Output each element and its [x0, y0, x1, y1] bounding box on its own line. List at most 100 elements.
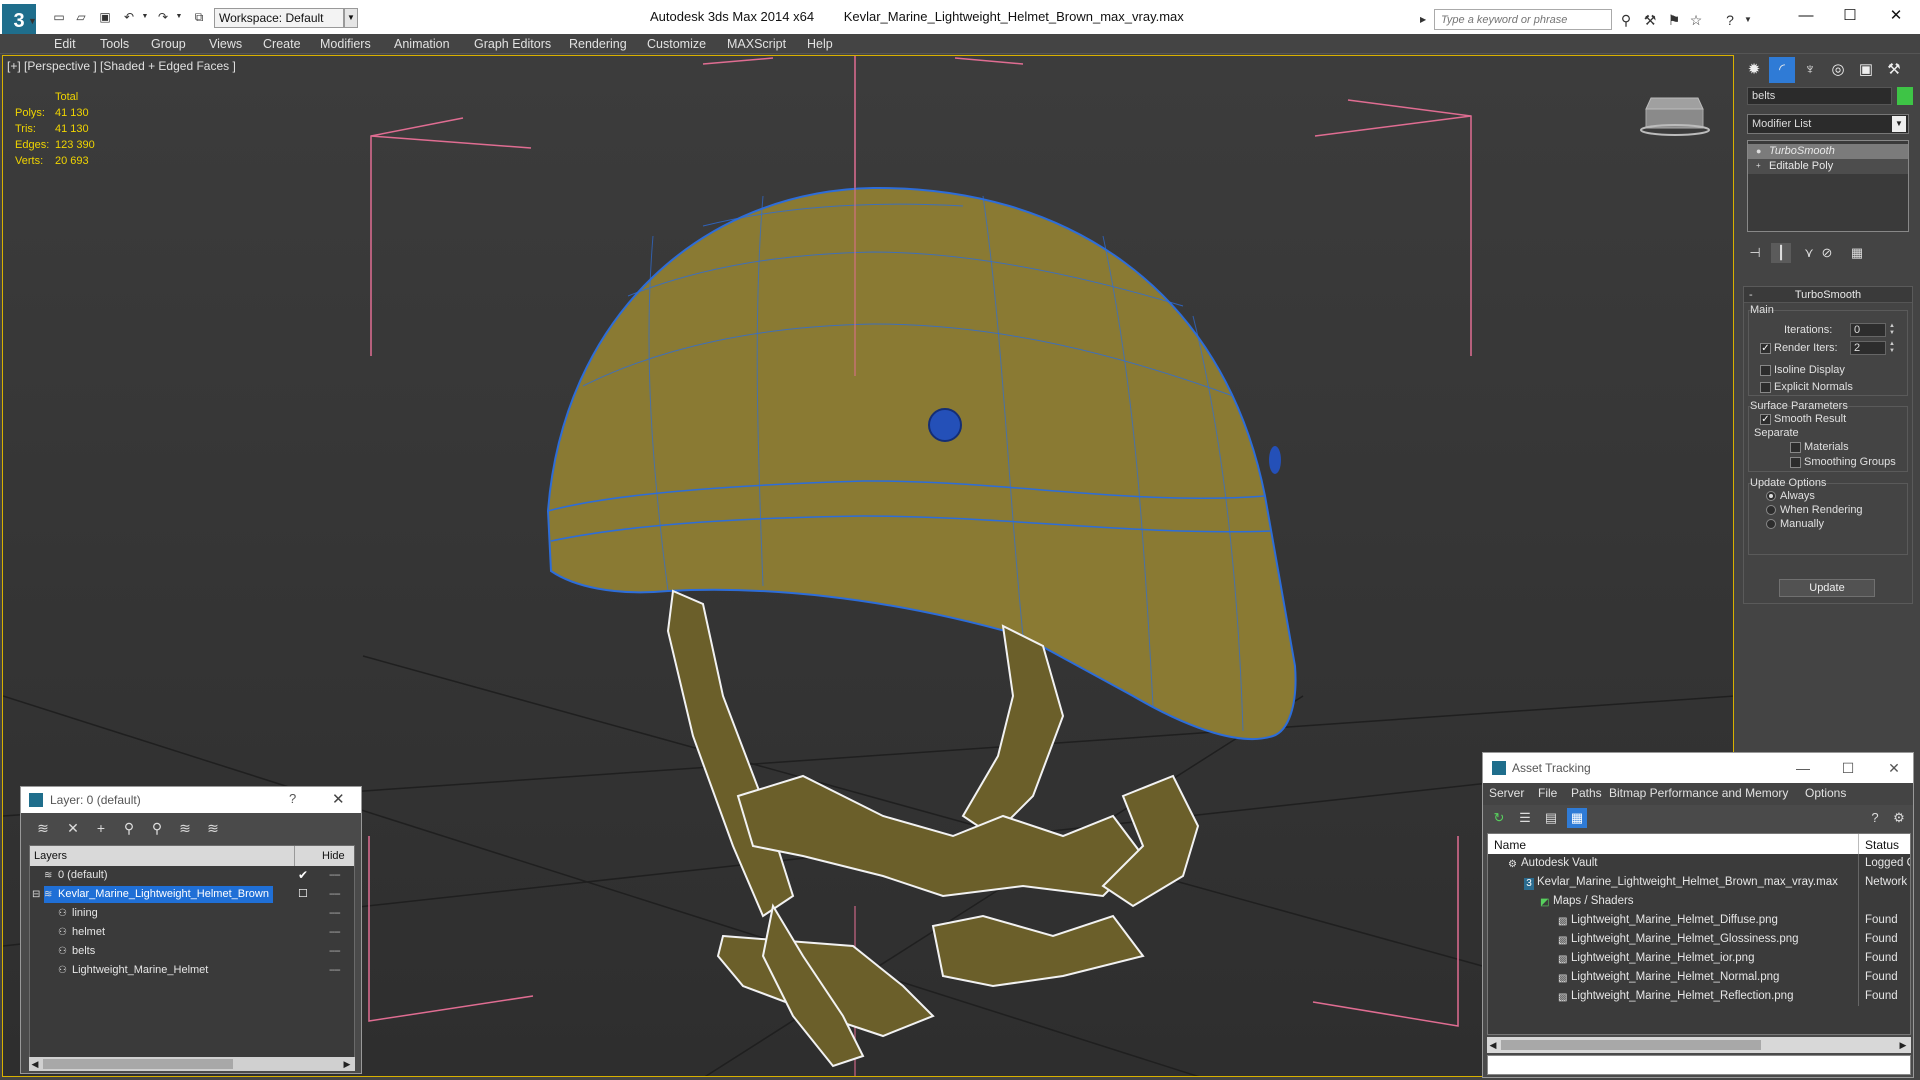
menu-group[interactable]: Group: [151, 34, 186, 54]
layer-dialog-title-bar[interactable]: Layer: 0 (default) ? ✕: [21, 787, 361, 813]
show-end-result-icon[interactable]: ┃: [1771, 243, 1791, 263]
asset-menu-paths[interactable]: Paths: [1571, 786, 1602, 800]
menu-help[interactable]: Help: [807, 34, 833, 54]
scroll-left-icon[interactable]: ◀: [1487, 1038, 1499, 1052]
table-row[interactable]: ⚙ Autodesk Vault Logged Ou: [1488, 854, 1910, 873]
asset-path-field[interactable]: [1487, 1055, 1911, 1075]
rollout-header[interactable]: - TurboSmooth: [1744, 287, 1912, 303]
stack-item-turbosmooth[interactable]: ● TurboSmooth: [1748, 144, 1908, 159]
select-objects-icon[interactable]: ⚲: [119, 818, 139, 838]
hide-toggle-icon[interactable]: ----: [329, 961, 341, 980]
hide-toggle-icon[interactable]: ----: [329, 885, 341, 904]
layer-row[interactable]: ⚇ belts ----: [30, 942, 354, 961]
layer-row[interactable]: ⚇ lining ----: [30, 904, 354, 923]
modifier-list-dropdown[interactable]: Modifier List ▼: [1747, 114, 1909, 134]
minimize-icon[interactable]: —: [1784, 4, 1828, 28]
modify-tab-icon[interactable]: ◜: [1769, 57, 1795, 83]
search-expand-icon[interactable]: ▶: [1420, 9, 1432, 30]
settings-icon[interactable]: ⚙: [1889, 808, 1909, 828]
stack-item-editable-poly[interactable]: + Editable Poly: [1748, 159, 1908, 174]
app-menu-arrow-icon[interactable]: ▼: [28, 16, 37, 26]
render-iters-spinner[interactable]: 2: [1850, 341, 1886, 355]
menu-customize[interactable]: Customize: [647, 34, 706, 54]
list-view-icon[interactable]: ☰: [1515, 808, 1535, 828]
freeze-layer-icon[interactable]: ≋: [203, 818, 223, 838]
render-iters-checkbox[interactable]: ✓: [1760, 343, 1771, 354]
help-icon[interactable]: ?: [289, 791, 296, 806]
scroll-right-icon[interactable]: ▶: [1897, 1038, 1909, 1052]
redo-dropdown-icon[interactable]: ▼: [170, 9, 188, 25]
smoothing-groups-checkbox[interactable]: [1790, 457, 1801, 468]
undo-dropdown-icon[interactable]: ▼: [136, 9, 154, 25]
viewport-label[interactable]: [+] [Perspective ] [Shaded + Edged Faces…: [7, 59, 236, 73]
layer-horizontal-scrollbar[interactable]: ◀ ▶: [29, 1057, 355, 1071]
table-row[interactable]: 3 Kevlar_Marine_Lightweight_Helmet_Brown_…: [1488, 873, 1910, 892]
remove-modifier-icon[interactable]: ⊘: [1817, 243, 1837, 263]
active-layer-check-icon[interactable]: ✔: [298, 866, 308, 885]
menu-tools[interactable]: Tools: [100, 34, 129, 54]
hide-toggle-icon[interactable]: ----: [329, 942, 341, 961]
binoculars-icon[interactable]: ⚲: [1616, 10, 1636, 30]
workspace-dropdown-arrow-icon[interactable]: ▼: [344, 8, 358, 28]
communication-icon[interactable]: ⚑: [1664, 10, 1684, 30]
column-status[interactable]: Status: [1865, 838, 1899, 852]
create-layer-icon[interactable]: ≋: [33, 818, 53, 838]
layer-row[interactable]: ⚇ helmet ----: [30, 923, 354, 942]
menu-modifiers[interactable]: Modifiers: [320, 34, 371, 54]
expand-plus-icon[interactable]: +: [1756, 161, 1764, 171]
table-row[interactable]: ▧ Lightweight_Marine_Helmet_ior.png Found: [1488, 949, 1910, 968]
asset-menu-bitmap-performance[interactable]: Bitmap Performance and Memory: [1609, 786, 1788, 800]
minimize-icon[interactable]: —: [1788, 757, 1818, 779]
menu-maxscript[interactable]: MAXScript: [727, 34, 786, 54]
chevron-down-icon[interactable]: ▼: [1892, 116, 1906, 132]
always-radio[interactable]: [1766, 491, 1776, 501]
manually-radio[interactable]: [1766, 519, 1776, 529]
set-active-box-icon[interactable]: ☐: [298, 885, 308, 904]
utilities-tab-icon[interactable]: ⚒: [1881, 57, 1907, 83]
layer-row[interactable]: ⚇ Lightweight_Marine_Helmet ----: [30, 961, 354, 980]
collapse-minus-icon[interactable]: -: [1749, 287, 1753, 303]
collapse-minus-icon[interactable]: ⊟: [32, 885, 40, 904]
workspace-dropdown[interactable]: Workspace: Default: [214, 8, 344, 28]
open-file-icon[interactable]: ▱: [72, 9, 90, 25]
hide-toggle-icon[interactable]: ----: [329, 866, 341, 885]
thumbnail-view-icon[interactable]: ▤: [1541, 808, 1561, 828]
maximize-icon[interactable]: ☐: [1833, 757, 1863, 779]
column-hide[interactable]: Hide: [322, 850, 345, 862]
help-dropdown-icon[interactable]: ▼: [1738, 10, 1758, 30]
motion-tab-icon[interactable]: ◎: [1825, 57, 1851, 83]
favorites-star-icon[interactable]: ☆: [1686, 10, 1706, 30]
close-icon[interactable]: ✕: [1879, 757, 1909, 779]
project-folder-icon[interactable]: ⧉: [190, 9, 208, 25]
display-tab-icon[interactable]: ▣: [1853, 57, 1879, 83]
column-name[interactable]: Name: [1494, 838, 1526, 852]
table-row[interactable]: ▧ Lightweight_Marine_Helmet_Reflection.pn…: [1488, 987, 1910, 1006]
asset-menu-server[interactable]: Server: [1489, 786, 1524, 800]
add-to-layer-icon[interactable]: +: [91, 818, 111, 838]
layer-row[interactable]: ⊟ ≋ Kevlar_Marine_Lightweight_Helmet_Brow…: [30, 885, 354, 904]
create-tab-icon[interactable]: ✹: [1741, 57, 1767, 83]
scroll-left-icon[interactable]: ◀: [29, 1057, 41, 1071]
table-row[interactable]: ▧ Lightweight_Marine_Helmet_Glossiness.pn…: [1488, 930, 1910, 949]
pin-stack-icon[interactable]: ⊣: [1745, 243, 1765, 263]
menu-edit[interactable]: Edit: [54, 34, 76, 54]
layer-row[interactable]: ≋ 0 (default) ✔ ----: [30, 866, 354, 885]
save-file-icon[interactable]: ▣: [96, 9, 114, 25]
lightbulb-icon[interactable]: ●: [1756, 146, 1764, 156]
new-file-icon[interactable]: ▭: [50, 9, 68, 25]
iterations-spinner[interactable]: 0: [1850, 323, 1886, 337]
object-color-swatch[interactable]: [1897, 87, 1913, 105]
subscription-icon[interactable]: ⚒: [1640, 10, 1660, 30]
menu-graph-editors[interactable]: Graph Editors: [474, 34, 551, 54]
scrollbar-thumb[interactable]: [43, 1059, 233, 1069]
menu-animation[interactable]: Animation: [394, 34, 450, 54]
explicit-normals-checkbox[interactable]: [1760, 382, 1771, 393]
maximize-icon[interactable]: ☐: [1828, 4, 1872, 28]
highlight-layer-icon[interactable]: ⚲: [147, 818, 167, 838]
isoline-display-checkbox[interactable]: [1760, 365, 1771, 376]
menu-create[interactable]: Create: [263, 34, 301, 54]
search-input[interactable]: [1434, 9, 1612, 30]
object-name-input[interactable]: belts: [1747, 87, 1892, 105]
delete-layer-icon[interactable]: ✕: [63, 818, 83, 838]
materials-checkbox[interactable]: [1790, 442, 1801, 453]
